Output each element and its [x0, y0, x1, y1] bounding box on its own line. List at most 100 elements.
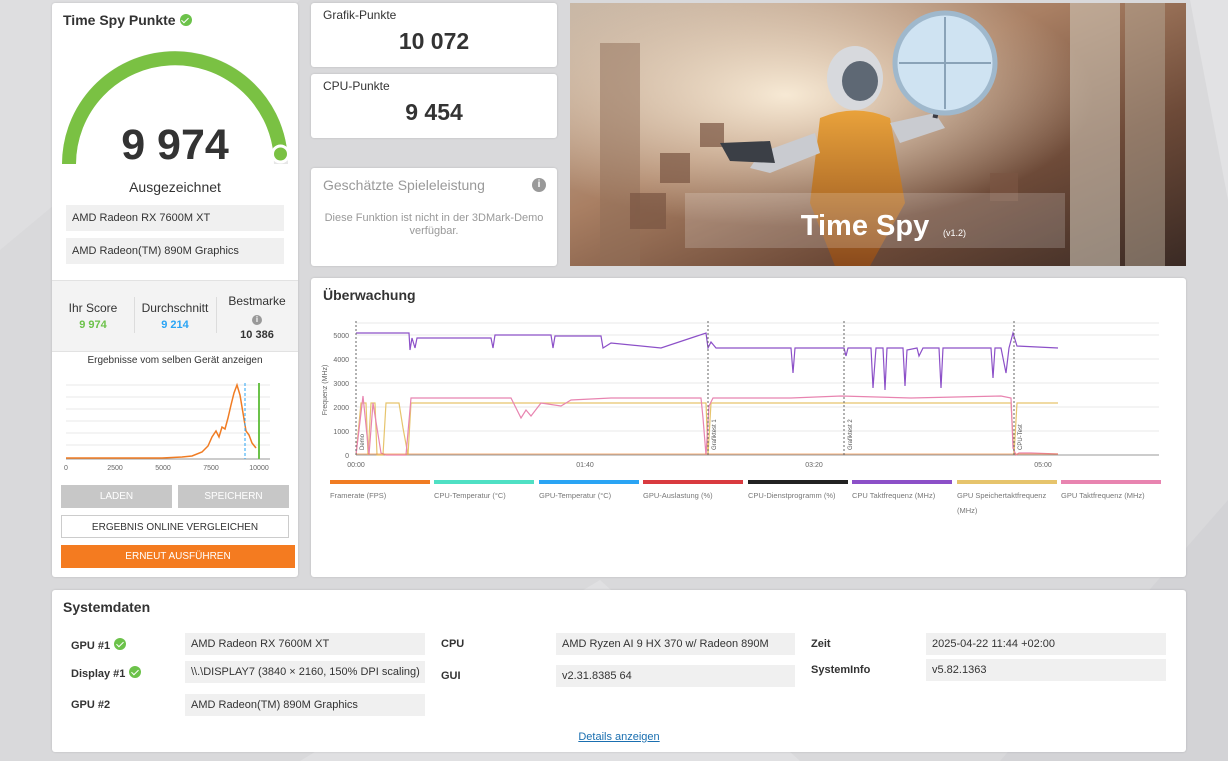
- score-gpu-1: AMD Radeon RX 7600M XT: [66, 205, 284, 231]
- time-value: 2025-04-22 11:44 +02:00: [926, 633, 1166, 655]
- info-icon[interactable]: i: [532, 178, 546, 192]
- monitor-xtick-0140: 01:40: [576, 462, 594, 469]
- monitor-xtick-0000: 00:00: [347, 462, 365, 469]
- details-link[interactable]: Details anzeigen: [52, 731, 1186, 743]
- legend-label: Framerate (FPS): [330, 491, 387, 500]
- estimated-game-performance-card: Geschätzte Spieleleistung i Diese Funkti…: [311, 168, 557, 266]
- monitor-ytick-0: 0: [345, 453, 349, 460]
- legend-gpu-memory-clock[interactable]: GPU Speichertaktfrequenz (MHz): [957, 480, 1057, 518]
- cpu-label: CPU: [441, 638, 465, 650]
- stat-your-label: Ihr Score: [68, 301, 118, 315]
- monitor-ytick-2000: 2000: [333, 405, 349, 412]
- display1-value: \\.\DISPLAY7 (3840 × 2160, 150% DPI scal…: [185, 661, 425, 683]
- time-label: Zeit: [811, 638, 831, 650]
- legend-framerate[interactable]: Framerate (FPS): [330, 480, 430, 503]
- stat-average: Durchschnitt 9 214: [134, 301, 216, 331]
- verified-check-icon: [129, 666, 142, 678]
- legend-label: CPU-Temperatur (°C): [434, 491, 506, 500]
- system-data-panel: Systemdaten GPU #1 AMD Radeon RX 7600M X…: [52, 590, 1186, 752]
- display1-label: Display #1: [71, 666, 142, 680]
- gpu2-value: AMD Radeon(TM) 890M Graphics: [185, 694, 425, 716]
- legend-swatch: [1061, 480, 1161, 484]
- gpu1-label: GPU #1: [71, 638, 127, 652]
- legend-label: GPU Taktfrequenz (MHz): [1061, 491, 1145, 500]
- dist-tick-5000: 5000: [155, 465, 171, 472]
- legend-cpu-clock[interactable]: CPU Taktfrequenz (MHz): [852, 480, 952, 503]
- score-title-text: Time Spy Punkte: [63, 12, 176, 28]
- score-panel: Time Spy Punkte 9 974 Ausgezeichnet AMD …: [52, 3, 298, 577]
- stat-your-score: Ihr Score 9 974: [52, 301, 134, 331]
- monitor-ylabel: Frequenz (MHz): [322, 365, 329, 416]
- legend-swatch: [957, 480, 1057, 484]
- monitor-xtick-0320: 03:20: [805, 462, 823, 469]
- score-distribution-chart: 0 2500 5000 7500 10000: [64, 382, 270, 472]
- legend-label: GPU-Auslastung (%): [643, 491, 713, 500]
- compare-online-button[interactable]: ERGEBNIS ONLINE VERGLEICHEN: [61, 515, 289, 538]
- graphics-score-card: Grafik-Punkte 10 072: [311, 3, 557, 67]
- system-data-title: Systemdaten: [63, 599, 151, 615]
- stat-best-label: Bestmarke: [228, 294, 286, 308]
- info-icon[interactable]: i: [252, 315, 262, 325]
- gpu1-label-text: GPU #1: [71, 640, 111, 652]
- estimated-message: Diese Funktion ist nicht in der 3DMark-D…: [324, 212, 544, 237]
- legend-label: GPU-Temperatur (°C): [539, 491, 612, 500]
- legend-gpu-clock[interactable]: GPU Taktfrequenz (MHz): [1061, 480, 1161, 503]
- monitoring-panel: Überwachung Frequenz (MHz) 0 1000 2000 3…: [311, 278, 1186, 577]
- verified-check-icon: [114, 638, 127, 650]
- marker-demo: Demo: [360, 433, 366, 450]
- cpu-score-card: CPU-Punkte 9 454: [311, 74, 557, 138]
- monitor-ytick-1000: 1000: [333, 429, 349, 436]
- legend-label: CPU Taktfrequenz (MHz): [852, 491, 936, 500]
- dist-tick-0: 0: [64, 465, 68, 472]
- legend-swatch: [539, 480, 639, 484]
- legend-gpu-temperature[interactable]: GPU-Temperatur (°C): [539, 480, 639, 503]
- systeminfo-label: SystemInfo: [811, 664, 871, 676]
- load-button[interactable]: LADEN: [61, 485, 172, 508]
- legend-swatch: [643, 480, 743, 484]
- graphics-score-label: Grafik-Punkte: [323, 8, 397, 22]
- legend-swatch: [852, 480, 952, 484]
- stat-best: Bestmarke i 10 386: [216, 294, 298, 341]
- rerun-button[interactable]: ERNEUT AUSFÜHREN: [61, 545, 295, 568]
- marker-graphics-test-2: Grafiktest 2: [848, 419, 854, 450]
- monitoring-chart: Frequenz (MHz) 0 1000 2000 3000 4000 500…: [322, 321, 1159, 469]
- legend-swatch: [434, 480, 534, 484]
- monitor-ytick-3000: 3000: [333, 381, 349, 388]
- monitor-ytick-4000: 4000: [333, 357, 349, 364]
- same-device-link[interactable]: Ergebnisse vom selben Gerät anzeigen: [52, 355, 298, 366]
- legend-label: CPU-Dienstprogramm (%): [748, 491, 836, 500]
- cpu-score-value: 9 454: [405, 99, 463, 125]
- stat-best-value: 10 386: [240, 329, 274, 341]
- hero-title: Time Spy: [801, 210, 929, 242]
- stat-your-value: 9 974: [79, 319, 107, 331]
- save-button[interactable]: SPEICHERN: [178, 485, 289, 508]
- gpu2-label: GPU #2: [71, 699, 111, 711]
- estimated-title: Geschätzte Spieleleistung: [323, 177, 485, 193]
- cpu-value: AMD Ryzen AI 9 HX 370 w/ Radeon 890M: [556, 633, 795, 655]
- monitor-xtick-0500: 05:00: [1034, 462, 1052, 469]
- hero-version: (v1.2): [943, 228, 966, 238]
- dist-tick-7500: 7500: [203, 465, 219, 472]
- score-rating: Ausgezeichnet: [129, 179, 221, 195]
- stat-average-value: 9 214: [161, 319, 189, 331]
- legend-gpu-load[interactable]: GPU-Auslastung (%): [643, 480, 743, 503]
- monitor-ytick-5000: 5000: [333, 333, 349, 340]
- score-gpu-2: AMD Radeon(TM) 890M Graphics: [66, 238, 284, 264]
- score-stats: Ihr Score 9 974 Durchschnitt 9 214 Bestm…: [52, 280, 298, 352]
- time-spy-hero-image: Time Spy (v1.2): [570, 3, 1186, 266]
- legend-cpu-utility[interactable]: CPU-Dienstprogramm (%): [748, 480, 848, 503]
- graphics-score-value: 10 072: [398, 28, 470, 54]
- dist-tick-2500: 2500: [107, 465, 123, 472]
- systeminfo-value: v5.82.1363: [926, 659, 1166, 681]
- gui-value: v2.31.8385 64: [556, 665, 795, 687]
- dist-tick-10000: 10000: [249, 465, 269, 472]
- legend-cpu-temperature[interactable]: CPU-Temperatur (°C): [434, 480, 534, 503]
- marker-graphics-test-1: Grafiktest 1: [712, 419, 718, 450]
- legend-label: GPU Speichertaktfrequenz (MHz): [957, 491, 1047, 515]
- verified-check-icon: [179, 14, 192, 26]
- score-title: Time Spy Punkte: [63, 12, 192, 28]
- score-value: 9 974: [121, 121, 229, 169]
- legend-swatch: [330, 480, 430, 484]
- gpu1-value: AMD Radeon RX 7600M XT: [185, 633, 425, 655]
- legend-swatch: [748, 480, 848, 484]
